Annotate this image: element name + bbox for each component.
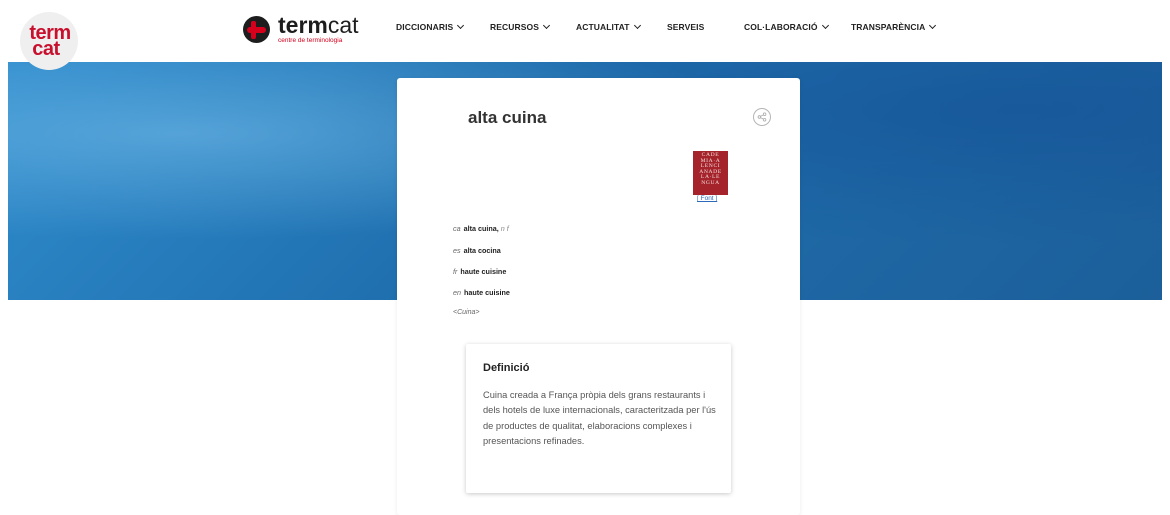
badge-line-2: cat [32,38,60,60]
term-text: haute cuisine [464,288,510,297]
nav-recursos[interactable]: RECURSOS [490,21,551,32]
chevron-down-icon [633,21,641,30]
chevron-down-icon [542,21,551,30]
term-row-ca: ca alta cuina, n f [453,224,509,233]
definition-heading: Definició [483,362,530,374]
termcat-mark-icon [243,16,270,43]
lang-code: ca [453,224,461,233]
chevron-down-icon [457,21,465,30]
term-row-es: es alta cocina [453,246,501,255]
brand-name: termcat [278,12,359,38]
subject-area: <Cuina> [453,309,480,316]
brand-tagline: centre de terminologia [278,37,343,44]
lang-code: en [453,288,461,297]
source-link[interactable]: [ Font ] [697,195,717,202]
nav-diccionaris[interactable]: DICCIONARIS [396,21,465,32]
site-header: term cat termcat centre de terminologia … [0,0,1170,70]
nav-transparencia[interactable]: TRANSPARÈNCIA [851,21,937,32]
chevron-down-icon [821,21,829,30]
nav-label: COL·LABORACIÓ [744,22,818,32]
lang-code: fr [453,267,458,276]
term-text: haute cuisine [460,267,507,276]
brand-text: termcat centre de terminologia [278,14,359,45]
termcat-badge-logo[interactable]: term cat [20,12,78,70]
term-row-fr: fr haute cuisine [453,267,506,276]
grammar-tag: n f [500,224,509,233]
term-row-en: en haute cuisine [453,288,510,297]
nav-label: TRANSPARÈNCIA [851,22,926,32]
share-button[interactable] [753,108,771,126]
term-text: alta cocina [463,246,501,255]
nav-label: DICCIONARIS [396,22,454,32]
term-text: alta cuina, [463,224,499,233]
definition-box: Definició Cuina creada a França pròpia d… [466,344,731,493]
nav-serveis[interactable]: SERVEIS [667,22,704,32]
chevron-down-icon [929,21,937,30]
nav-label: SERVEIS [667,22,705,32]
nav-collaboracio[interactable]: COL·LABORACIÓ [744,21,829,32]
nav-actualitat[interactable]: ACTUALITAT [576,21,641,32]
nav-label: RECURSOS [490,22,539,32]
definition-text: Cuina creada a França pròpia dels grans … [483,390,716,447]
nav-label: ACTUALITAT [576,22,630,32]
term-card: alta cuina CADE MIA·A LENCI ANADE LA·LE … [397,78,800,515]
lang-code: es [453,246,461,255]
share-icon [757,112,767,122]
term-title: alta cuina [468,108,547,127]
termcat-logo[interactable]: termcat centre de terminologia [243,14,359,48]
iec-source-logo: CADE MIA·A LENCI ANADE LA·LE NGUA [693,151,728,195]
